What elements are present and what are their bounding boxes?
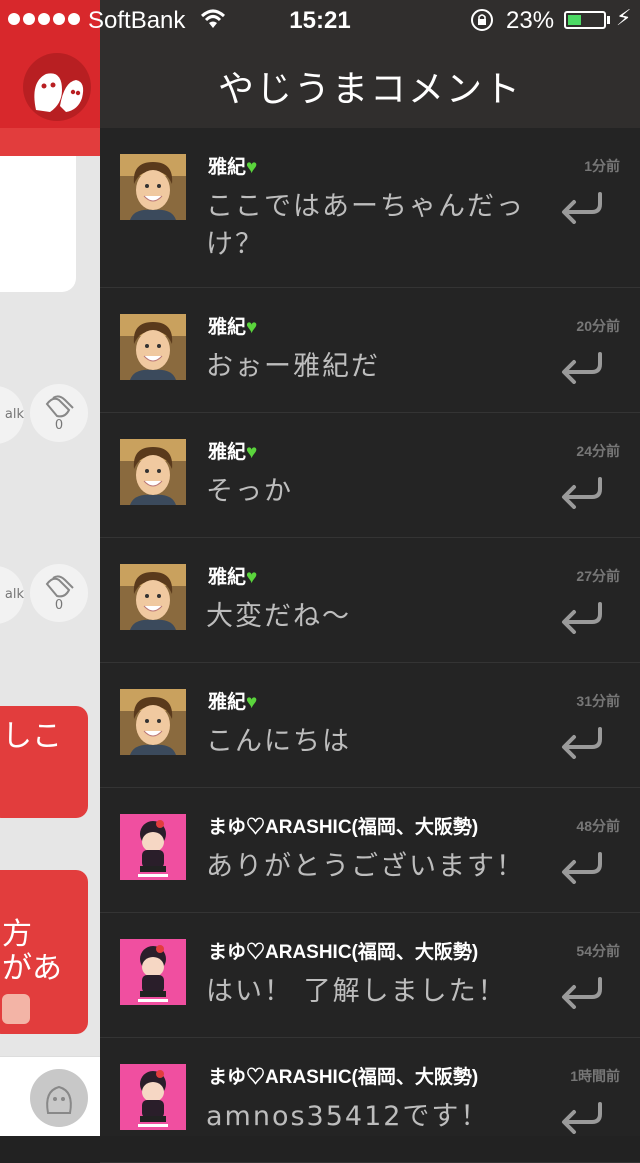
user-avatar[interactable]: [120, 314, 186, 380]
comment-row[interactable]: まゆ♡ARASHIC(福岡、大阪勢) 54分前はい！ 了解しました！: [100, 913, 640, 1038]
comment-row[interactable]: 雅紀♥ 31分前こんにちは: [100, 663, 640, 788]
comment-row[interactable]: 雅紀♥ 27分前大変だね〜: [100, 538, 640, 663]
battery-icon: [564, 11, 606, 29]
comment-text: はい！ 了解しました！: [206, 976, 507, 1007]
comment-row[interactable]: まゆ♡ARASHIC(福岡、大阪勢) 48分前ありがとうございます！: [100, 788, 640, 913]
battery-tip: [607, 16, 610, 24]
clap-button[interactable]: 0: [30, 564, 88, 622]
comment-author[interactable]: まゆ♡ARASHIC(福岡、大阪勢): [208, 812, 478, 839]
comment-timestamp: 1分前: [584, 158, 620, 174]
reply-arrow-icon[interactable]: [558, 725, 604, 759]
user-avatar[interactable]: [120, 689, 186, 755]
user-avatar[interactable]: [120, 1064, 186, 1130]
reply-arrow-icon[interactable]: [558, 190, 604, 224]
reply-arrow-icon[interactable]: [558, 1100, 604, 1134]
comment-author[interactable]: 雅紀♥: [208, 437, 257, 464]
comment-text: amnos35412です！: [206, 1101, 490, 1132]
talk-button[interactable]: alk: [0, 386, 24, 444]
reply-arrow-icon[interactable]: [558, 600, 604, 634]
clap-icon: [45, 575, 74, 598]
comment-timestamp: 20分前: [576, 318, 620, 334]
user-avatar-icon[interactable]: [30, 1069, 88, 1127]
speech-bubble[interactable]: しこ: [0, 706, 88, 818]
left-background-panel: alk 0 alk 0 しこ 方 があ: [0, 0, 100, 1136]
clap-count: 0: [54, 598, 64, 613]
left-post-card[interactable]: [0, 156, 76, 292]
talk-label: alk: [4, 407, 24, 422]
status-bar: SoftBank 15:21 23% ⚡: [0, 0, 640, 40]
comment-text: こんにちは: [206, 726, 351, 757]
bubble-text: 方 があ: [2, 917, 62, 986]
comment-row[interactable]: 雅紀♥ 24分前そっか: [100, 413, 640, 538]
reply-arrow-icon[interactable]: [558, 475, 604, 509]
reply-arrow-icon[interactable]: [558, 850, 604, 884]
user-avatar[interactable]: [120, 154, 186, 220]
talk-button[interactable]: alk: [0, 566, 24, 624]
reply-arrow-icon[interactable]: [558, 975, 604, 1009]
clap-icon: [45, 395, 74, 418]
battery-percent: 23%: [506, 7, 555, 34]
page-title: やじうまコメント: [217, 69, 522, 110]
comment-author[interactable]: 雅紀♥: [208, 562, 257, 589]
comment-text: ここではあーちゃんだっけ？: [206, 191, 525, 260]
user-avatar[interactable]: [120, 564, 186, 630]
comment-author[interactable]: まゆ♡ARASHIC(福岡、大阪勢): [208, 937, 478, 964]
comment-text: そっか: [206, 476, 293, 507]
rotation-lock-icon: [471, 9, 493, 31]
bubble-text: しこ: [2, 719, 62, 754]
app-logo-icon[interactable]: [22, 52, 92, 122]
comment-row[interactable]: まゆ♡ARASHIC(福岡、大阪勢) 1時間前 amnos35412です！: [100, 1038, 640, 1163]
reply-arrow-icon[interactable]: [558, 350, 604, 384]
comment-list: 雅紀♥ 1分前 ここではあーちゃんだっけ？ 雅紀♥ 20分前 おぉー雅紀だ 雅紀♥ 24分前そ…: [100, 128, 640, 1163]
comment-timestamp: 48分前: [576, 818, 620, 834]
comment-timestamp: 27分前: [576, 568, 620, 584]
comment-text: 大変だね〜: [206, 601, 351, 632]
comment-timestamp: 54分前: [576, 943, 620, 959]
user-avatar[interactable]: [120, 939, 186, 1005]
clap-button[interactable]: 0: [30, 384, 88, 442]
comment-timestamp: 24分前: [576, 443, 620, 459]
comment-author[interactable]: 雅紀♥: [208, 312, 257, 339]
thumbs-up-icon: [2, 994, 30, 1024]
user-avatar[interactable]: [120, 814, 186, 880]
comment-timestamp: 1時間前: [570, 1068, 620, 1084]
comment-timestamp: 31分前: [576, 693, 620, 709]
talk-label: alk: [4, 587, 24, 602]
comment-author[interactable]: 雅紀♥: [208, 687, 257, 714]
comment-text: ありがとうございます！: [206, 851, 525, 882]
comment-author[interactable]: 雅紀♥: [208, 152, 257, 179]
charging-bolt-icon: ⚡: [616, 6, 632, 31]
clap-count: 0: [54, 418, 64, 433]
comment-author[interactable]: まゆ♡ARASHIC(福岡、大阪勢): [208, 1062, 478, 1089]
left-card-strip: [0, 128, 100, 156]
comment-row[interactable]: 雅紀♥ 1分前ここではあーちゃんだっけ？: [100, 128, 640, 288]
comment-row[interactable]: 雅紀♥ 20分前おぉー雅紀だ: [100, 288, 640, 413]
comment-panel: やじうまコメント 雅紀♥ 1分前ここではあーちゃんだっけ？ 雅紀♥ 20分前おぉー雅紀…: [100, 0, 640, 1163]
speech-bubble[interactable]: 方 があ: [0, 870, 88, 1034]
user-avatar[interactable]: [120, 439, 186, 505]
left-footer: [0, 1056, 100, 1136]
comment-text: おぉー雅紀だ: [206, 351, 380, 382]
